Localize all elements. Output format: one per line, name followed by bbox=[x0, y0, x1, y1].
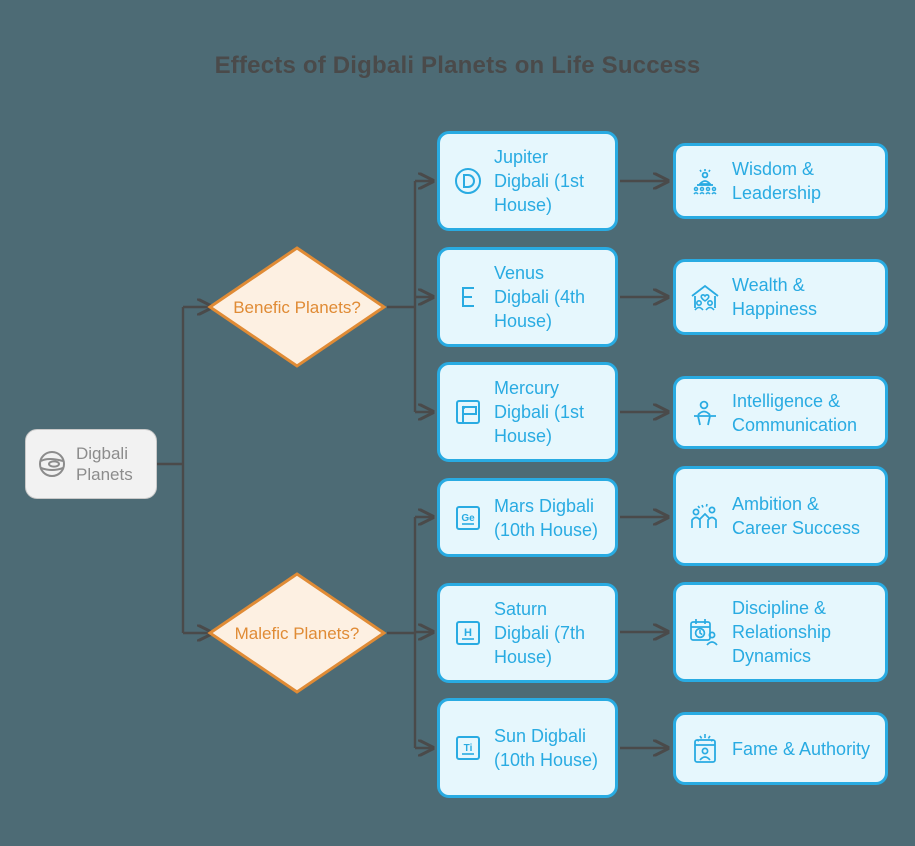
outcome-node-ambition-career[interactable]: Ambition & Career Success bbox=[673, 466, 888, 566]
speaker-podium-icon bbox=[694, 400, 716, 425]
decision-benefic-planets[interactable]: Benefic Planets? bbox=[207, 245, 387, 369]
planet-node-jupiter[interactable]: Jupiter Digbali (1st House) bbox=[437, 131, 618, 231]
planet-label-jupiter: Jupiter Digbali (1st House) bbox=[494, 147, 585, 215]
flowchart-canvas: Effects of Digbali Planets on Life Succe… bbox=[0, 0, 915, 846]
svg-text:H: H bbox=[464, 627, 472, 639]
svg-text:Ti: Ti bbox=[464, 743, 473, 754]
outcome-label-ambition-career: Ambition & Career Success bbox=[732, 494, 861, 538]
page-title: Effects of Digbali Planets on Life Succe… bbox=[214, 52, 701, 79]
planet-node-saturn[interactable]: H Saturn Digbali (7th House) bbox=[437, 583, 618, 683]
root-node-label: Digbali Planets bbox=[76, 444, 133, 484]
outcome-node-fame-authority[interactable]: Fame & Authority bbox=[673, 712, 888, 785]
outcome-node-intelligence-communication[interactable]: Intelligence & Communication bbox=[673, 376, 888, 449]
flag-chart-icon bbox=[456, 400, 480, 424]
planet-label-venus: Venus Digbali (4th House) bbox=[494, 263, 586, 331]
award-badge-icon bbox=[694, 733, 716, 763]
element-ti-icon: Ti bbox=[456, 736, 480, 760]
outcome-label-wisdom-leadership: Wisdom & Leadership bbox=[732, 159, 822, 203]
planet-icon bbox=[39, 451, 65, 477]
decision-malefic-label: Malefic Planets? bbox=[234, 623, 360, 643]
planet-node-mars[interactable]: Ge Mars Digbali (10th House) bbox=[437, 478, 618, 557]
element-h-icon: H bbox=[456, 621, 480, 645]
outcome-label-wealth-happiness: Wealth & Happiness bbox=[732, 275, 818, 319]
outcome-node-wisdom-leadership[interactable]: Wisdom & Leadership bbox=[673, 143, 888, 219]
planet-node-mercury[interactable]: Mercury Digbali (1st House) bbox=[437, 362, 618, 462]
outcome-node-wealth-happiness[interactable]: Wealth & Happiness bbox=[673, 259, 888, 335]
svg-text:Ge: Ge bbox=[461, 513, 475, 524]
outcome-label-discipline-relationship: Discipline & Relationship Dynamics bbox=[732, 598, 832, 666]
planet-label-mercury: Mercury Digbali (1st House) bbox=[494, 378, 585, 446]
outcome-node-discipline-relationship[interactable]: Discipline & Relationship Dynamics bbox=[673, 582, 888, 682]
planet-label-mars: Mars Digbali (10th House) bbox=[494, 495, 599, 540]
outcome-label-fame-authority: Fame & Authority bbox=[732, 738, 871, 759]
calendar-clock-person-icon bbox=[690, 619, 718, 646]
high-five-celebration-icon bbox=[691, 503, 717, 528]
decision-benefic-label: Benefic Planets? bbox=[233, 297, 361, 317]
family-home-heart-icon bbox=[691, 284, 719, 311]
letter-e-icon bbox=[462, 287, 474, 307]
root-node-digbali-planets[interactable]: Digbali Planets bbox=[25, 429, 157, 499]
decision-malefic-planets[interactable]: Malefic Planets? bbox=[207, 571, 387, 695]
outcome-label-intelligence-communication: Intelligence & Communication bbox=[732, 390, 858, 435]
circled-d-icon bbox=[455, 168, 481, 194]
planet-node-venus[interactable]: Venus Digbali (4th House) bbox=[437, 247, 618, 347]
planet-label-saturn: Saturn Digbali (7th House) bbox=[494, 599, 586, 667]
planet-label-sun: Sun Digbali (10th House) bbox=[494, 726, 599, 770]
planet-node-sun[interactable]: Ti Sun Digbali (10th House) bbox=[437, 698, 618, 798]
podium-audience-icon bbox=[693, 169, 717, 195]
element-ge-icon: Ge bbox=[456, 505, 480, 530]
